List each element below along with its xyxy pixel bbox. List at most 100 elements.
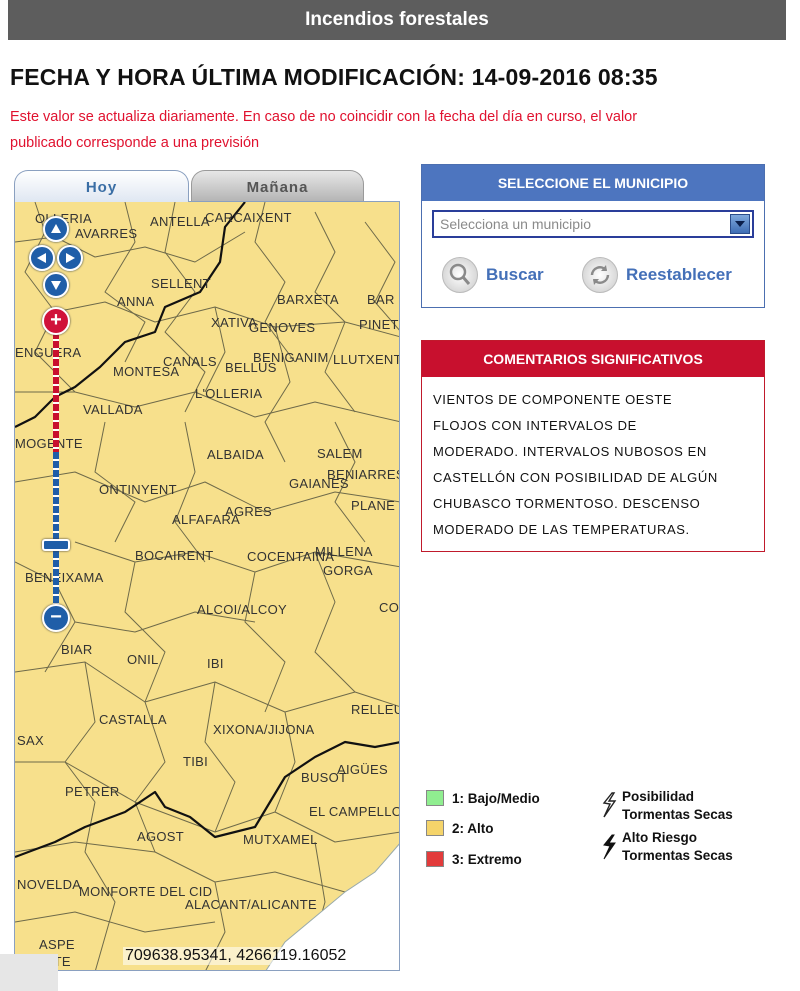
comentarios-text: VIENTOS DE COMPONENTE OESTE FLOJOS CON I… [422, 377, 764, 543]
map-label: ALCOI/ALCOY [197, 602, 287, 617]
map-legend: 1: Bajo/Medio 2: Alto 3: Extremo Posibil… [426, 788, 766, 878]
pan-up-button[interactable] [43, 216, 69, 242]
comentario-line: VIENTOS DE COMPONENTE OESTE [433, 392, 673, 407]
map-label: PLANE [351, 498, 396, 513]
municipio-panel: SELECCIONE EL MUNICIPIO Selecciona un mu… [421, 164, 765, 308]
map-label: GAIANES [289, 476, 349, 491]
reestablecer-button[interactable]: Reestablecer [582, 255, 752, 295]
map-label: BIAR [61, 642, 93, 657]
legend-label-alto: 2: Alto [452, 821, 494, 836]
minus-icon: − [50, 606, 62, 628]
legend-label-extremo: 3: Extremo [452, 852, 522, 867]
window-corner [0, 954, 58, 991]
map-label: SELLENT [151, 276, 211, 291]
comentarios-panel: COMENTARIOS SIGNIFICATIVOS VIENTOS DE CO… [421, 340, 765, 552]
storm-label-line: Tormentas Secas [622, 848, 733, 863]
buscar-label: Buscar [486, 265, 544, 284]
map-label: MUTXAMEL [243, 832, 318, 847]
municipio-select-placeholder: Selecciona un municipio [440, 216, 591, 232]
legend-swatch-extremo [426, 851, 444, 867]
arrow-right-icon [66, 253, 75, 263]
zoom-in-button[interactable]: + [42, 307, 70, 335]
chevron-down-icon[interactable] [730, 214, 750, 234]
storm-label-line: Alto Riesgo [622, 830, 698, 845]
map-label: CO [379, 600, 400, 615]
arrow-left-icon [37, 253, 46, 263]
pan-down-button[interactable] [43, 272, 69, 298]
zoom-track-upper[interactable] [53, 332, 59, 452]
map-label: IBI [207, 656, 224, 671]
legend-swatch-bajo [426, 790, 444, 806]
map-label: SAX [17, 733, 44, 748]
map-label: BENEIXAMA [25, 570, 104, 585]
map-label: AGOST [137, 829, 185, 844]
coordinate-readout: 709638.95341, 4266119.16052 [123, 947, 349, 965]
map-label: XIXONA/JIJONA [213, 722, 315, 737]
map-label: BOCAIRENT [135, 548, 214, 563]
arrow-down-icon [51, 281, 61, 290]
legend-swatch-alto [426, 820, 444, 836]
notice-line-2: publicado corresponde a una previsión [10, 135, 260, 151]
page-title: FECHA Y HORA ÚLTIMA MODIFICACIÓN: 14-09-… [10, 64, 658, 90]
map-label: TIBI [183, 754, 209, 769]
map-label: EL CAMPELLO [309, 804, 400, 819]
map-label: MILLENA [315, 544, 373, 559]
coord-x: 709638.95341 [125, 947, 228, 964]
map-label: PINET [359, 317, 399, 332]
map-label: BAR [367, 292, 395, 307]
storm-label-line: Posibilidad [622, 789, 695, 804]
comentarios-panel-title: COMENTARIOS SIGNIFICATIVOS [422, 341, 764, 377]
map-label: ANTELLA [150, 214, 210, 229]
comentario-line: FLOJOS CON INTERVALOS DE [433, 418, 637, 433]
map-label: BARXETA [277, 292, 339, 307]
tab-manana[interactable]: Mañana [191, 170, 364, 202]
pan-left-button[interactable] [29, 245, 55, 271]
refresh-icon [582, 257, 618, 293]
fire-risk-map[interactable]: CARCAIXENT ANTELLA OLLERIA AVARRES ANNA … [14, 201, 400, 971]
map-label: AVARRES [75, 226, 138, 241]
coord-y: 4266119.16052 [236, 947, 347, 964]
map-label: ONIL [127, 652, 159, 667]
map-label: AIGÜES [337, 762, 388, 777]
lightning-outline-icon [602, 792, 617, 818]
map-label: CARCAIXENT [205, 210, 292, 225]
municipio-select[interactable]: Selecciona un municipio [432, 210, 754, 238]
map-label: MOGENTE [15, 436, 83, 451]
buscar-button[interactable]: Buscar [442, 255, 562, 295]
comentario-line: CHUBASCO TORMENTOSO. DESCENSO [433, 496, 701, 511]
municipio-panel-title: SELECCIONE EL MUNICIPIO [422, 165, 764, 201]
map-label: ALBAIDA [207, 447, 265, 462]
legend-storm-posibilidad: Posibilidad Tormentas Secas [622, 788, 733, 824]
lightning-solid-icon [603, 834, 616, 860]
map-label: ONTINYENT [99, 482, 177, 497]
map-label: PETRER [65, 784, 120, 799]
municipal-borders [15, 202, 399, 970]
map-label: ASPE [39, 937, 75, 952]
header-bar: Incendios forestales [8, 0, 786, 40]
map-label: NOVELDA [17, 877, 82, 892]
map-label: ALFAFARA [172, 512, 241, 527]
map-label: CASTALLA [99, 712, 167, 727]
reestablecer-label: Reestablecer [626, 265, 732, 284]
zoom-track-lower[interactable] [53, 452, 59, 604]
map-label: GENOVES [249, 320, 316, 335]
zoom-out-button[interactable]: − [42, 604, 70, 632]
comentario-line: MODERADO. INTERVALOS NUBOSOS EN [433, 444, 707, 459]
map-label: SALEM [317, 446, 363, 461]
map-label: ANNA [117, 294, 155, 309]
map-label: LLUTXENT [333, 352, 400, 367]
map-label: RELLEU [351, 702, 400, 717]
tab-hoy[interactable]: Hoy [14, 170, 189, 202]
notice-line-1: Este valor se actualiza diariamente. En … [10, 109, 638, 125]
map-label: VALLADA [83, 402, 143, 417]
map-label: ENGUERA [15, 345, 82, 360]
map-label: ALACANT/ALICANTE [185, 897, 317, 912]
zoom-slider-handle[interactable] [42, 539, 70, 551]
pan-right-button[interactable] [57, 245, 83, 271]
arrow-up-icon [51, 224, 61, 233]
comentario-line: CASTELLÓN CON POSIBILIDAD DE ALGÚN [433, 470, 718, 485]
comentario-line: MODERADO DE LAS TEMPERATURAS. [433, 522, 690, 537]
storm-label-line: Tormentas Secas [622, 807, 733, 822]
map-label: L'OLLERIA [195, 386, 263, 401]
legend-storm-alto-riesgo: Alto Riesgo Tormentas Secas [622, 829, 733, 865]
